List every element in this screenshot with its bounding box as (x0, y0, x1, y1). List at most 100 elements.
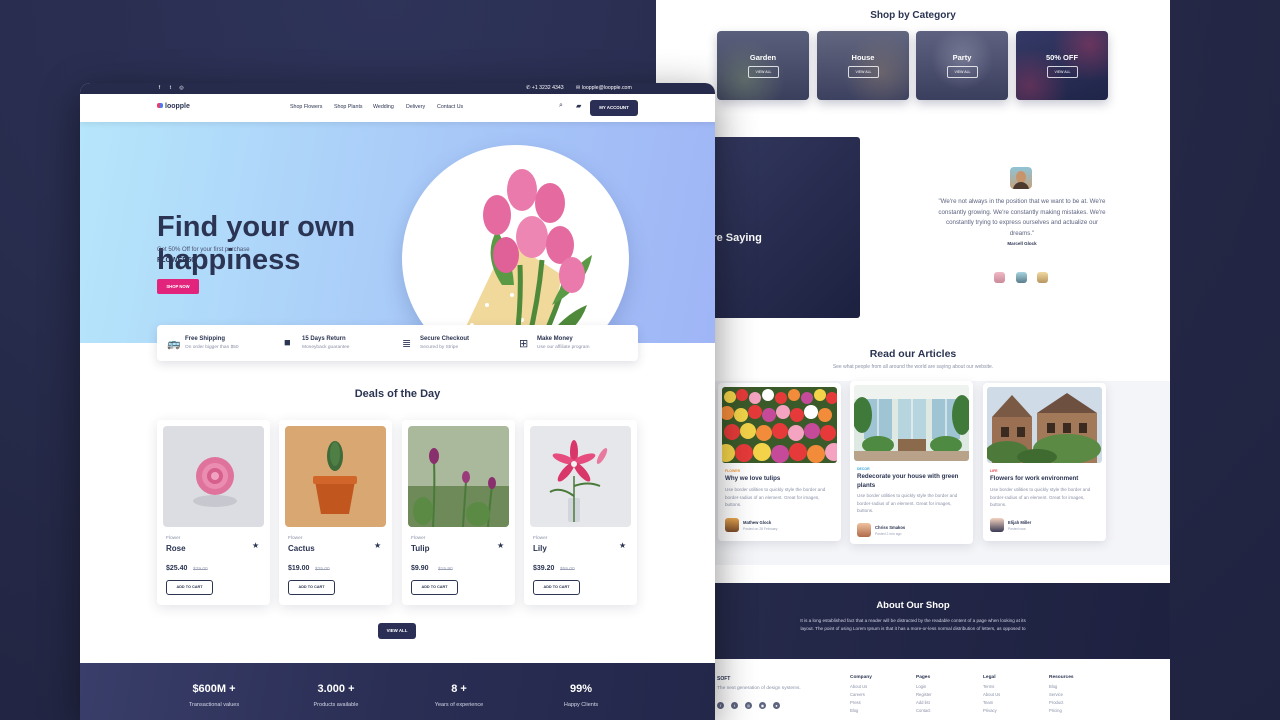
article-card[interactable]: LIFE Flowers for work environment Use bo… (983, 383, 1106, 541)
add-to-cart-button[interactable]: ADD TO CART (288, 580, 335, 595)
product-name[interactable]: Rose (166, 544, 186, 553)
article-date: Posted 2 min ago (875, 532, 902, 536)
feature-title: Secure Checkout (420, 336, 470, 342)
category-view-all-button[interactable]: VIEW ALL (1047, 66, 1078, 78)
add-to-cart-button[interactable]: ADD TO CART (166, 580, 213, 595)
feature-subtitle: Use our affiliate program (537, 345, 590, 350)
gift-icon: ⊞ (519, 338, 529, 350)
product-name[interactable]: Tulip (411, 544, 430, 553)
twitter-icon[interactable]: t (731, 702, 738, 709)
nav-link-shop-plants[interactable]: Shop Plants (334, 104, 363, 110)
product-price: $19.00 (288, 565, 310, 572)
testimonial-avatar (1010, 167, 1032, 189)
article-tag: LIFE (990, 469, 998, 473)
category-card-house[interactable]: House VIEW ALL (817, 31, 909, 100)
view-all-button[interactable]: VIEW ALL (378, 623, 416, 639)
product-name[interactable]: Lily (533, 544, 547, 553)
footer-link[interactable]: Blog (1049, 683, 1074, 691)
email-contact[interactable]: ✉ loopple@loopple.com (576, 84, 632, 93)
footer-link[interactable]: Terms (983, 683, 1000, 691)
phone-contact[interactable]: ✆ +1 3232 4343 (526, 84, 564, 93)
main-page-preview: f t ◎ ✆ +1 3232 4343 ✉ loopple@loopple.c… (80, 83, 715, 720)
nav-link-wedding[interactable]: Wedding (373, 104, 394, 110)
product-old-price: $29.00 (193, 567, 208, 572)
footer-link[interactable]: Press (850, 699, 872, 707)
github-icon[interactable]: ● (773, 702, 780, 709)
bus-icon: 🚌 (167, 338, 181, 350)
add-to-cart-button[interactable]: ADD TO CART (533, 580, 580, 595)
dribbble-icon[interactable]: ◉ (759, 702, 766, 709)
instagram-icon[interactable]: ◎ (178, 85, 185, 92)
stat-value: 99% (569, 683, 593, 695)
instagram-icon[interactable]: ◎ (745, 702, 752, 709)
facebook-icon[interactable]: f (717, 702, 724, 709)
articles-subtitle: See what people from all around the worl… (832, 364, 994, 370)
email-address: loopple@loopple.com (581, 85, 632, 91)
top-bar: f t ◎ ✆ +1 3232 4343 ✉ loopple@loopple.c… (80, 83, 715, 94)
product-card[interactable]: Flower Rose ★ $25.40 $29.00 ADD TO CART (157, 420, 270, 605)
stat-experience: 8 + Years of experience (399, 683, 519, 708)
footer-link[interactable]: Contact (916, 707, 932, 715)
footer-tagline: The next generation of design systems. (717, 686, 801, 691)
favorite-star-icon[interactable]: ★ (252, 541, 259, 550)
footer-link[interactable]: Team (983, 699, 1000, 707)
favorite-star-icon[interactable]: ★ (374, 541, 381, 550)
testimonial-avatar-thumb[interactable] (1016, 272, 1027, 283)
twitter-icon[interactable]: t (167, 85, 174, 92)
category-view-all-button[interactable]: VIEW ALL (848, 66, 879, 78)
secondary-page-preview: Shop by Category Garden VIEW ALL House V… (656, 0, 1170, 720)
article-title[interactable]: Redecorate your house with green plants (857, 473, 969, 490)
product-card[interactable]: Flower Tulip ★ $9.90 $15.90 ADD TO CART (402, 420, 515, 605)
footer-link[interactable]: Careers (850, 691, 872, 699)
category-card-party[interactable]: Party VIEW ALL (916, 31, 1008, 100)
my-account-button[interactable]: MY ACCOUNT (590, 100, 638, 116)
product-card[interactable]: Flower Lily ★ $39.20 $55.00 ADD TO CART (524, 420, 637, 605)
footer-link[interactable]: About Us (850, 683, 872, 691)
testimonial-avatar-thumb[interactable] (994, 272, 1005, 283)
category-card-sale[interactable]: 50% OFF VIEW ALL (1016, 31, 1108, 100)
footer-link[interactable]: Blog (850, 707, 872, 715)
footer-link[interactable]: About Us (983, 691, 1000, 699)
testimonial-avatar-thumb[interactable] (1037, 272, 1048, 283)
product-category: Flower (166, 536, 181, 541)
article-author: Elijah Miller (1008, 520, 1032, 525)
footer-column-resources: Resources Blog Service Product Pricing (1049, 675, 1074, 715)
footer-brand: SOFT (717, 676, 731, 682)
article-title[interactable]: Flowers for work environment (990, 475, 1102, 484)
category-view-all-button[interactable]: VIEW ALL (748, 66, 779, 78)
category-name: 50% OFF (1045, 53, 1079, 62)
brand-logo[interactable]: loopple (157, 103, 190, 110)
nav-link-delivery[interactable]: Delivery (406, 104, 425, 110)
stat-value: 8 + (451, 683, 467, 695)
product-card[interactable]: Flower Cactus ★ $19.00 $25.00 ADD TO CAR… (279, 420, 392, 605)
promo-code: FLOWER50 (157, 257, 196, 264)
favorite-star-icon[interactable]: ★ (619, 541, 626, 550)
shop-now-button[interactable]: SHOP NOW (157, 279, 199, 294)
search-icon[interactable]: ⌕ (559, 102, 563, 110)
add-to-cart-button[interactable]: ADD TO CART (411, 580, 458, 595)
about-text: It is a long established fact that a rea… (800, 618, 1026, 631)
product-category: Flower (288, 536, 303, 541)
tulip-bouquet-image (442, 169, 592, 343)
article-author: Chriss Smakos (875, 525, 906, 530)
nav-link-contact[interactable]: Contact Us (437, 104, 463, 110)
category-view-all-button[interactable]: VIEW ALL (947, 66, 978, 78)
article-title[interactable]: Why we love tulips (725, 475, 837, 484)
footer-link[interactable]: Service (1049, 691, 1074, 699)
favorite-star-icon[interactable]: ★ (497, 541, 504, 550)
footer-link[interactable]: Register (916, 691, 932, 699)
facebook-icon[interactable]: f (156, 85, 163, 92)
testimonial-quote: "We're not always in the position that w… (938, 198, 1106, 237)
article-card[interactable]: DECOR Redecorate your house with green p… (850, 381, 973, 544)
footer-link[interactable]: Privacy (983, 707, 1000, 715)
nav-link-shop-flowers[interactable]: Shop Flowers (290, 104, 322, 110)
footer-link[interactable]: Login (916, 683, 932, 691)
footer-link[interactable]: Product (1049, 699, 1074, 707)
product-name[interactable]: Cactus (288, 544, 315, 553)
category-card-garden[interactable]: Garden VIEW ALL (717, 31, 809, 100)
footer-link[interactable]: Pricing (1049, 707, 1074, 715)
article-excerpt: Use border utilities to quickly style th… (857, 493, 958, 514)
footer-link[interactable]: Add list (916, 699, 932, 707)
shopping-bag-icon[interactable]: ▰ (576, 102, 581, 110)
article-card[interactable]: FLOWER Why we love tulips Use border uti… (718, 383, 841, 541)
